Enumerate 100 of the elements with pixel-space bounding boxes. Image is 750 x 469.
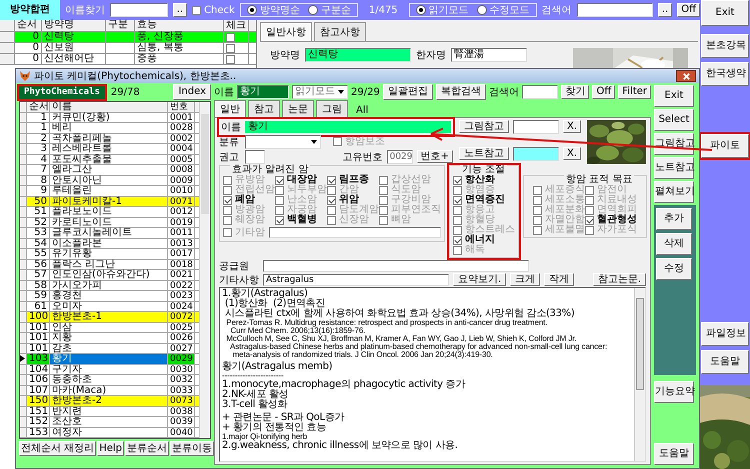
table-cell: 0021	[168, 270, 195, 280]
table-cell: 마카(Maca)	[50, 386, 168, 395]
image-reference-button[interactable]: 그림참고	[459, 120, 509, 133]
list-row[interactable]: 150 한방본초-2 0073	[20, 396, 200, 406]
checkbox-label: 세포소통	[545, 195, 585, 205]
index-button[interactable]: Index	[173, 84, 211, 100]
list-row[interactable]: 55 유기유황 0017	[20, 249, 200, 260]
checkbox-label: 방광암	[235, 205, 265, 215]
list-row[interactable]: 1 베리 0028	[20, 123, 200, 134]
side-button[interactable]: 기능요약	[654, 381, 694, 403]
table-cell: 55	[27, 249, 50, 258]
off-button[interactable]: Off	[677, 3, 700, 17]
table-cell: 가시오가피	[50, 280, 168, 290]
edit-button[interactable]: 수정	[656, 258, 692, 280]
off-button[interactable]: Off	[592, 85, 616, 99]
radio-label: 방약명순	[260, 4, 300, 17]
text-line: Curr Med Chem. 2006;13(16):1859-76.	[229, 327, 366, 335]
larger-button[interactable]: 크게	[510, 273, 540, 286]
list-row[interactable]: 106 동충하초 0032	[20, 375, 200, 386]
side-button[interactable]: 파일정보	[701, 322, 749, 346]
list-row[interactable]: 152 조산호 0039	[20, 417, 200, 428]
references-button[interactable]: 참고논문.	[592, 273, 646, 286]
list-row[interactable]: 153 여정자 0040	[20, 428, 200, 438]
filter-button[interactable]: Filter	[618, 85, 651, 99]
list-row[interactable]: 51 플라보노이드 0012	[20, 207, 200, 218]
table-row[interactable]: 0 신력탕 풍, 신장풍	[0, 32, 256, 43]
checkbox-label: 면역증진	[465, 195, 505, 205]
text-line: + 관련논문 - SR과 QoL증가	[222, 413, 346, 423]
list-row[interactable]: 50 파이토케미칼-1 0071	[20, 196, 200, 207]
table-cell: 0	[15, 43, 42, 53]
note-reference-button[interactable]: 노트참고	[459, 147, 509, 160]
list-row[interactable]: 53 글루코시놀레이트 0011	[20, 228, 200, 238]
text-line: + 황기의 전통적인 효능	[222, 423, 328, 433]
clear-button[interactable]: X.	[563, 120, 582, 133]
checkbox-label: 항혈당	[465, 215, 495, 225]
list-row[interactable]: 57 인도인삼(아슈와간다) 0021	[20, 270, 200, 280]
side-button[interactable]: Exit	[654, 85, 694, 107]
browse-button[interactable]: ..	[658, 3, 672, 17]
list-row[interactable]: 103 황기 0029	[20, 354, 200, 364]
list-row[interactable]: 59 홍경천 0023	[20, 291, 200, 302]
find-button[interactable]: 찾기	[561, 85, 590, 99]
list-button[interactable]: 전체순서 재정리	[19, 441, 96, 456]
side-button[interactable]: 도움말	[654, 443, 694, 465]
side-button[interactable]: 노트참고	[654, 157, 694, 179]
tab[interactable]: 참고	[248, 100, 280, 117]
prescription-name-field[interactable]: 신력탕	[305, 48, 411, 62]
list-row[interactable]: 101 지황 0026	[20, 333, 200, 344]
table-cell: 중풍	[135, 54, 224, 64]
tab[interactable]: All	[350, 103, 374, 117]
edit-button[interactable]: 추가	[656, 208, 692, 230]
list-row[interactable]: 7 엘라그산 0008	[20, 165, 200, 176]
side-button[interactable]: Select	[654, 109, 694, 131]
side-button[interactable]: 펼쳐보기	[654, 181, 694, 203]
combined-search-button[interactable]: 복합검색	[436, 84, 486, 100]
checkbox-label: 혈관형성	[597, 215, 637, 225]
tab[interactable]: 일반	[214, 100, 246, 117]
table-cell: 101	[27, 333, 50, 342]
table-row[interactable]: 0 신보원 심통, 복통	[0, 43, 256, 54]
summary-button[interactable]: 요약보기.	[453, 273, 506, 286]
table-cell: 곡차폴리페놀	[50, 134, 168, 143]
checkbox-label: 세포불멸	[545, 225, 585, 235]
text-line: meta-analysis of randomized trials. J Clin Oncol. 2006 Jan 20;24(3):419-30.	[232, 351, 494, 359]
side-button[interactable]: 본초강목	[701, 34, 749, 58]
side-button[interactable]: 그림참고	[654, 133, 694, 155]
table-cell: 0012	[168, 207, 195, 216]
batch-edit-button[interactable]: 일괄편집	[382, 84, 433, 100]
table-cell: 0008	[168, 165, 195, 174]
table-cell: 풍, 신장풍	[135, 32, 224, 42]
side-button[interactable]: 파이토	[701, 134, 749, 158]
text-line: 2.NK-세포 활성	[222, 390, 288, 400]
table-row[interactable]: 0 신선해어단 중풍	[0, 54, 256, 65]
tab[interactable]: 일반사항	[260, 22, 312, 41]
number-plus-button[interactable]: 번호+	[416, 150, 453, 163]
hanja-name-field[interactable]: 腎瀝湯	[451, 48, 527, 62]
smaller-button[interactable]: 작게	[544, 273, 574, 286]
table-cell: 101	[27, 322, 50, 332]
table-cell: 포도씨추출물	[50, 154, 168, 164]
id-field[interactable]: 0029	[386, 150, 413, 164]
list-button[interactable]: Help	[97, 441, 124, 456]
list-button[interactable]: 분류이동	[170, 441, 214, 456]
tab[interactable]: 참고사항	[314, 22, 366, 41]
list-row[interactable]: 3 레스베라트롤 0004	[20, 144, 200, 154]
tab[interactable]: 그림	[316, 100, 348, 117]
list-row[interactable]: 100 한방본초-1 0072	[20, 312, 200, 322]
notes-field[interactable]: Astragalus	[263, 274, 449, 286]
mode-dropdown[interactable]: 읽기모드	[292, 85, 348, 99]
checkbox-label: 피부연조직	[391, 205, 441, 215]
edit-button[interactable]: 삭제	[656, 233, 692, 255]
name-field[interactable]: 황기	[237, 85, 289, 99]
tab[interactable]: 논문	[282, 100, 314, 117]
side-button[interactable]: Exit	[701, 0, 749, 26]
list-button[interactable]: 분류순서	[125, 441, 169, 456]
table-cell: 0033	[168, 386, 195, 395]
text-line: 1.monocyte,macrophage의 phagocytic activity 증가	[222, 380, 466, 390]
side-button[interactable]: 도움말	[701, 350, 749, 374]
table-cell: 0018	[168, 260, 195, 269]
text-line: McCulloch M, See C, Shu XJ, Broffman M, Kramer A, Fan WY, Gao J, Lieb W, Shieh K, Colford JM Jr.	[225, 335, 578, 343]
clear-button[interactable]: X.	[563, 147, 582, 160]
side-button[interactable]: 한국생약	[701, 62, 749, 86]
browse-button[interactable]: ..	[172, 3, 188, 17]
